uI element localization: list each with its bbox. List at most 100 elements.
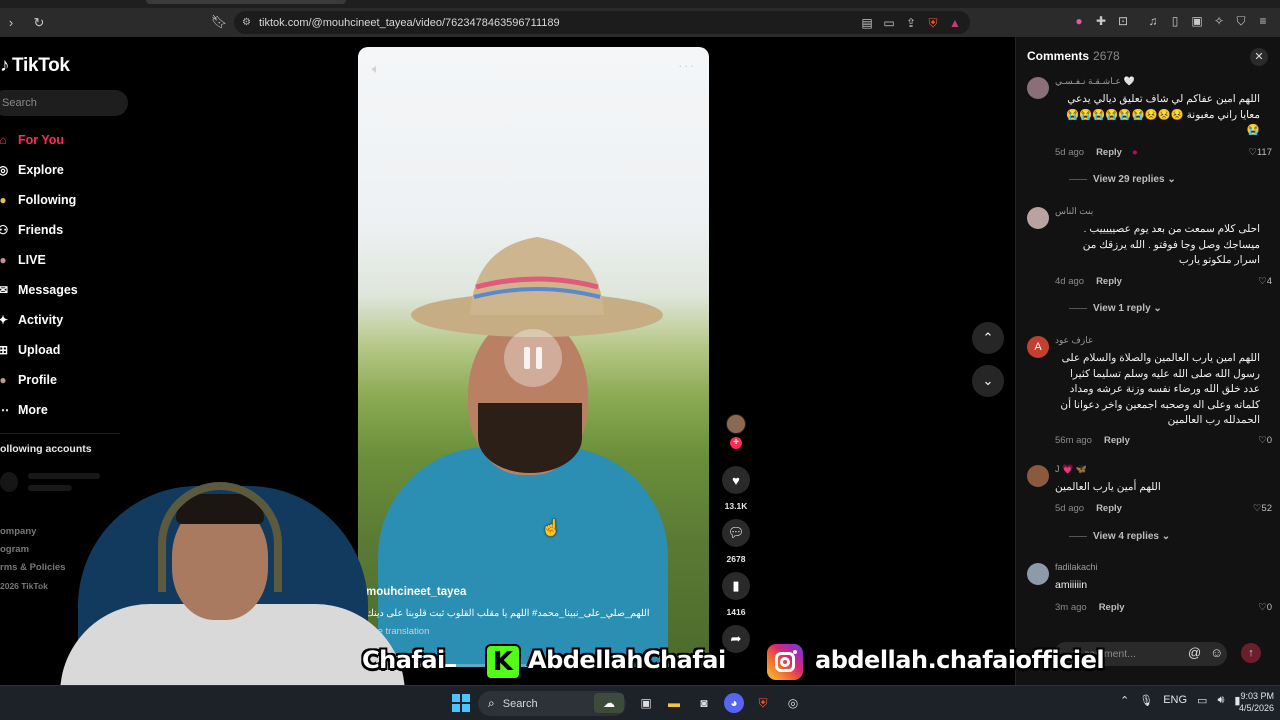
bookmark-icon[interactable]: 🔖︎ <box>208 11 230 33</box>
active-tab[interactable] <box>146 0 346 4</box>
obs-icon[interactable]: ◎ <box>783 693 803 713</box>
language-indicator[interactable]: ENG <box>1163 694 1187 707</box>
avatar[interactable]: A <box>1027 336 1049 358</box>
brave-shield-icon[interactable]: ⛨ <box>924 13 942 33</box>
more-options-icon[interactable]: ··· <box>678 57 695 73</box>
video-player[interactable]: 🔈︎ ··· mouhcineet_tayea اللهم_صلي_على_نب… <box>358 47 709 667</box>
comment-author[interactable]: fadilakachi <box>1055 562 1098 572</box>
comment-like-button[interactable]: ♡0 <box>1258 602 1272 613</box>
heart-outline-icon: ♡ <box>1258 435 1267 446</box>
follow-plus-icon[interactable]: + <box>730 437 742 449</box>
avatar[interactable] <box>1027 563 1049 585</box>
microphone-icon[interactable]: 🎙︎ <box>1139 694 1153 707</box>
avatar[interactable] <box>1027 77 1049 99</box>
reply-button[interactable]: Reply <box>1104 435 1130 446</box>
comment-button[interactable]: 💬︎ <box>722 519 750 547</box>
media-icon[interactable]: ♫ <box>1144 11 1162 31</box>
avatar[interactable] <box>1027 465 1049 487</box>
view-replies-button[interactable]: View 29 replies ⌄ <box>1069 174 1176 185</box>
emoji-icon[interactable]: ☺ <box>1210 645 1223 660</box>
windows-start-icon[interactable] <box>452 694 470 712</box>
save-button[interactable]: ▮ <box>722 572 750 600</box>
comment-text: اللهم امين يارب العالمين والصلاة والسلام… <box>1060 352 1260 426</box>
view-replies-button[interactable]: View 4 replies ⌄ <box>1069 531 1170 542</box>
sidebar-item-upload[interactable]: ⊞ Upload <box>0 335 135 365</box>
sidebar-item-friends[interactable]: ⚇ Friends <box>0 215 135 245</box>
sidebar-item-label: Activity <box>18 313 64 327</box>
comment-author[interactable]: عـاشـقـة نـفـسـي 🤍 <box>1055 76 1135 87</box>
sidebar-item-following[interactable]: ● Following <box>0 185 135 215</box>
sidebar-item-messages[interactable]: ✉ Messages <box>0 275 135 305</box>
sidebar-item-explore[interactable]: ◎ Explore <box>0 155 135 185</box>
comment-like-button[interactable]: ♡117 <box>1248 147 1272 158</box>
extensions-puzzle-icon[interactable]: ✚ <box>1092 11 1110 31</box>
file-explorer-icon[interactable]: ▬ <box>664 693 684 713</box>
reload-icon[interactable]: ↻ <box>28 12 50 34</box>
cast-icon[interactable]: ▭ <box>880 13 898 33</box>
url-text[interactable]: tiktok.com/@mouhcineet_tayea/video/76234… <box>259 17 560 29</box>
like-button[interactable]: ♥ <box>722 466 750 494</box>
next-video-button[interactable]: ⌄ <box>972 365 1004 397</box>
forward-icon[interactable]: › <box>0 12 22 34</box>
taskbar-clock[interactable]: 9:03 PM 4/5/2026 <box>1230 690 1274 714</box>
discord-icon[interactable]: ◕ <box>724 693 744 713</box>
comment-like-button[interactable]: ♡4 <box>1258 276 1272 287</box>
avatar-initial: A <box>1034 341 1042 353</box>
tray-overflow-icon[interactable]: ⌃ <box>1120 694 1129 707</box>
sidebar-item-live[interactable]: ● LIVE <box>0 245 135 275</box>
share-icon[interactable]: ⇪ <box>902 13 920 33</box>
site-info-icon[interactable]: ⚙ <box>242 17 251 28</box>
comment-author[interactable]: J 💗 🦋 <box>1055 464 1087 475</box>
comment-like-button[interactable]: ♡52 <box>1253 503 1272 514</box>
heart-icon: ♥ <box>732 472 740 488</box>
avatar[interactable] <box>1027 207 1049 229</box>
footer-link-terms[interactable]: rms & Policies <box>0 559 65 577</box>
vpn-icon[interactable]: ⛉ <box>1232 11 1250 31</box>
brave-rewards-icon[interactable]: ▲ <box>946 13 964 33</box>
streamer-webcam <box>60 472 405 720</box>
address-bar[interactable]: ⚙ tiktok.com/@mouhcineet_tayea/video/762… <box>234 11 970 34</box>
screenshot-icon[interactable]: ⊡ <box>1114 11 1132 31</box>
heart-outline-icon: ♡ <box>1258 602 1267 613</box>
footer-link-program[interactable]: ogram <box>0 541 65 559</box>
reader-mode-icon[interactable]: ▤ <box>858 13 876 33</box>
reply-button[interactable]: Reply <box>1096 276 1122 287</box>
network-icon[interactable]: ▭ <box>1197 694 1207 707</box>
reply-button[interactable]: Reply <box>1096 147 1122 158</box>
comment-author[interactable]: عازف عود <box>1055 335 1093 346</box>
reply-button[interactable]: Reply <box>1096 503 1122 514</box>
volume-icon[interactable]: 🔊︎ <box>1217 694 1224 707</box>
mute-icon[interactable]: 🔈︎ <box>372 61 380 77</box>
brave-browser-icon[interactable]: ⛨ <box>753 693 773 713</box>
widgets-icon[interactable]: ☁ <box>594 693 624 713</box>
comment-author[interactable]: بنت الناس <box>1055 206 1093 217</box>
sidebar-item-more[interactable]: ⋯ More <box>0 395 135 425</box>
search-input[interactable]: Search <box>0 90 128 116</box>
menu-icon[interactable]: ≡ <box>1254 11 1272 31</box>
leo-ai-icon[interactable]: ✧ <box>1210 11 1228 31</box>
creator-avatar[interactable] <box>726 414 746 434</box>
reply-button[interactable]: Reply <box>1099 602 1125 613</box>
comment-like-button[interactable]: ♡0 <box>1258 435 1272 446</box>
camera-app-icon[interactable]: ◙ <box>694 693 714 713</box>
sidebar-toggle-icon[interactable]: ▯ <box>1166 11 1184 31</box>
comment-time: 5d ago <box>1055 147 1085 158</box>
sidebar-item-activity[interactable]: ✦ Activity <box>0 305 135 335</box>
view-replies-button[interactable]: View 1 reply ⌄ <box>1069 303 1162 314</box>
post-comment-button[interactable]: ↑ <box>1241 643 1261 663</box>
close-comments-button[interactable]: ✕ <box>1250 48 1268 66</box>
sidebar-item-label: Messages <box>18 283 78 297</box>
tiktok-logo[interactable]: ♪ TikTok <box>0 55 70 77</box>
mention-icon[interactable]: @ <box>1188 645 1201 660</box>
task-view-icon[interactable]: ▣ <box>636 693 656 713</box>
friends-icon: ⚇ <box>0 223 9 237</box>
wallet-icon[interactable]: ▣ <box>1188 11 1206 31</box>
pause-button[interactable] <box>504 329 562 387</box>
previous-video-button[interactable]: ⌃ <box>972 322 1004 354</box>
sidebar-item-for-you[interactable]: ⌂ For You <box>0 125 135 155</box>
replies-line <box>1069 535 1087 537</box>
footer-link-company[interactable]: ompany <box>0 523 65 541</box>
extension-1-icon[interactable]: ● <box>1070 11 1088 31</box>
sidebar-item-profile[interactable]: ● Profile <box>0 365 135 395</box>
chevron-down-icon: ⌄ <box>982 373 994 388</box>
